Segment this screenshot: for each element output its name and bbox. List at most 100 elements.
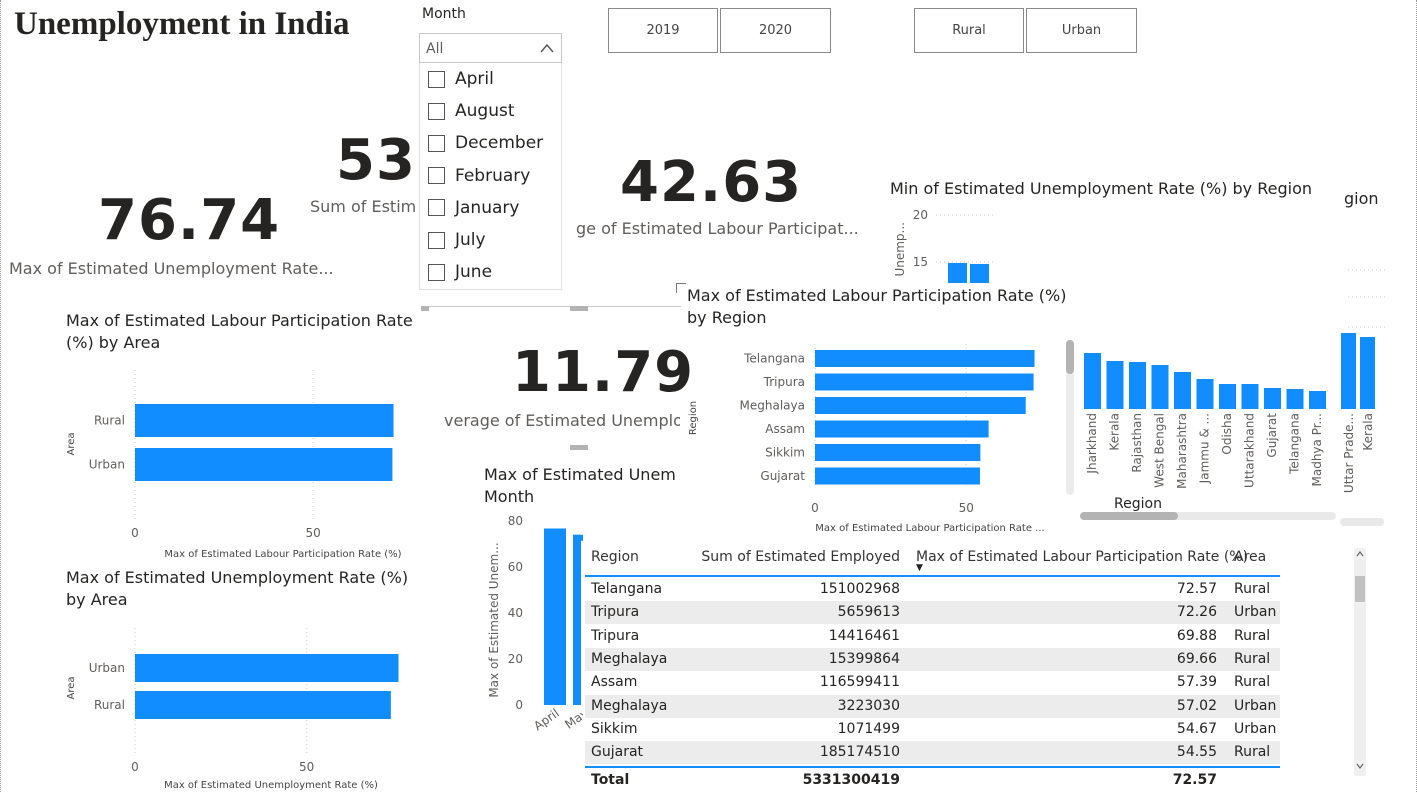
y-tick-label: 40 bbox=[508, 606, 523, 620]
table-cell: Rural bbox=[1234, 627, 1271, 644]
table-cell: 57.39 bbox=[1176, 674, 1217, 691]
sort-descending-icon[interactable]: ▼ bbox=[916, 563, 923, 573]
bar bbox=[1084, 353, 1101, 409]
bar bbox=[815, 397, 1026, 414]
table-cell: Meghalaya bbox=[591, 650, 668, 667]
table-row[interactable]: Tripura 5659613 72.26 Urban bbox=[585, 601, 1280, 625]
table-row[interactable]: Assam 116599411 57.39 Rural bbox=[585, 671, 1280, 694]
table-cell: 69.88 bbox=[1176, 627, 1217, 644]
min-unemployment-by-region-chart: 20 15 Unemp... bbox=[893, 208, 996, 283]
scroll-up-icon[interactable] bbox=[1356, 550, 1364, 558]
table-row[interactable]: Gujarat 185174510 54.55 Rural bbox=[585, 741, 1280, 765]
y-tick-label: Urban bbox=[89, 458, 125, 472]
month-slicer-selected-value: All bbox=[426, 41, 444, 57]
labour-by-area-title-line1: Max of Estimated Labour Participation Ra… bbox=[66, 311, 413, 330]
month-slicer: Month All April August December February Jan… bbox=[419, 0, 563, 292]
table-cell: 14416461 bbox=[828, 627, 900, 644]
table-row[interactable]: Meghalaya 3223030 57.02 Urban bbox=[585, 694, 1280, 718]
unemployment-by-region-column-chart: Jharkhand Kerala Rajasthan West Bengal Mahar… bbox=[1080, 269, 1386, 526]
visual-resize-handle[interactable] bbox=[570, 306, 588, 311]
y-tick-label: 15 bbox=[913, 255, 928, 269]
x-tick-label: Rajasthan bbox=[1130, 413, 1144, 473]
y-tick-label: Rural bbox=[94, 414, 125, 428]
y-tick-label: Gujarat bbox=[760, 469, 805, 483]
table-cell: 54.55 bbox=[1176, 744, 1217, 761]
year-2019-button[interactable]: 2019 bbox=[608, 8, 718, 53]
x-tick-label: 0 bbox=[131, 760, 139, 774]
checkbox-icon[interactable] bbox=[428, 102, 445, 120]
x-tick-label: Madhya Pr... bbox=[1310, 413, 1324, 487]
column-header[interactable]: Region bbox=[591, 549, 639, 565]
table-cell: Urban bbox=[1234, 604, 1277, 621]
labour-by-region-chart: 0 50 Telangana Tripura Meghalaya Assam Sikkim G… bbox=[688, 340, 1074, 534]
checkbox-icon[interactable] bbox=[428, 199, 445, 217]
total-overline bbox=[585, 766, 1280, 768]
table-cell: 5659613 bbox=[837, 604, 900, 621]
area-urban-button[interactable]: Urban bbox=[1026, 8, 1137, 53]
unemployment-by-area-chart: 0 50 Urban Rural Max of Estimated Unemployme… bbox=[66, 628, 399, 791]
column-header[interactable]: Sum of Estimated Employed bbox=[701, 549, 900, 565]
month-option-december[interactable]: December bbox=[428, 131, 543, 155]
month-option-label: July bbox=[455, 230, 486, 250]
month-option-february[interactable]: February bbox=[428, 164, 530, 188]
unemployment-by-month-title-line2: Month bbox=[484, 487, 535, 506]
scrollbar-thumb[interactable] bbox=[1355, 576, 1365, 602]
x-tick-label: Telangana bbox=[1288, 413, 1302, 475]
x-tick-label: 0 bbox=[811, 501, 819, 515]
month-option-june[interactable]: June bbox=[428, 260, 492, 284]
scroll-down-icon[interactable] bbox=[1356, 762, 1364, 770]
table-cell: Gujarat bbox=[591, 744, 644, 761]
x-tick-label: 0 bbox=[131, 526, 139, 540]
month-option-july[interactable]: July bbox=[428, 228, 486, 252]
month-option-label: June bbox=[455, 262, 493, 283]
visual-corner-handle[interactable] bbox=[676, 283, 686, 293]
y-tick-label: Sikkim bbox=[765, 446, 805, 460]
y-tick-label: Urban bbox=[89, 661, 125, 675]
bar bbox=[948, 263, 967, 283]
checkbox-icon[interactable] bbox=[428, 167, 445, 185]
table-row[interactable]: Tripura 14416461 69.88 Rural bbox=[585, 625, 1280, 648]
area-rural-button[interactable]: Rural bbox=[914, 8, 1024, 53]
bar bbox=[1286, 389, 1304, 409]
checkbox-icon[interactable] bbox=[428, 134, 445, 152]
month-option-january[interactable]: January bbox=[428, 196, 519, 220]
avg-labour-value: 42.63 bbox=[620, 150, 803, 215]
visual-resize-handle[interactable] bbox=[570, 445, 588, 450]
divider bbox=[421, 306, 681, 307]
bar bbox=[815, 350, 1035, 367]
bar bbox=[1309, 391, 1326, 409]
visual-resize-handle[interactable] bbox=[421, 306, 429, 311]
bar bbox=[1174, 372, 1191, 409]
table-row[interactable]: Sikkim 1071499 54.67 Urban bbox=[585, 718, 1280, 741]
x-tick-label: Jammu & ... bbox=[1198, 413, 1212, 484]
checkbox-icon[interactable] bbox=[428, 231, 445, 249]
x-tick-label: Kerala bbox=[1361, 413, 1375, 451]
checkbox-icon[interactable] bbox=[428, 263, 445, 281]
month-option-august[interactable]: August bbox=[428, 99, 515, 123]
labour-by-region-title: Max of Estimated Labour Participation Ra… bbox=[687, 285, 1087, 329]
column-header[interactable]: Max of Estimated Labour Participation Ra… bbox=[916, 549, 1248, 565]
table-vertical-scrollbar[interactable] bbox=[1354, 548, 1366, 776]
horizontal-scrollbar bbox=[1340, 518, 1384, 526]
bar bbox=[135, 691, 391, 719]
report-title: Unemployment in India bbox=[14, 6, 350, 42]
month-option-label: April bbox=[455, 69, 494, 89]
table-cell: Tripura bbox=[591, 627, 640, 644]
column-header[interactable]: Area bbox=[1234, 549, 1266, 565]
x-tick-label: Uttar Prade... bbox=[1342, 413, 1356, 493]
table-cell: Telangana bbox=[591, 581, 663, 597]
unemployment-by-month-title-line1: Max of Estimated Unem bbox=[484, 465, 676, 484]
checkbox-icon[interactable] bbox=[428, 70, 445, 88]
year-2020-button[interactable]: 2020 bbox=[720, 8, 831, 53]
labour-by-area-title-line2: (%) by Area bbox=[66, 333, 161, 352]
table-row[interactable]: Meghalaya 15399864 69.66 Rural bbox=[585, 647, 1280, 671]
table-row[interactable]: Telangana 151002968 72.57 Rural bbox=[585, 578, 1280, 601]
y-tick-label: 80 bbox=[508, 514, 523, 528]
bar bbox=[815, 467, 981, 485]
table-cell: Urban bbox=[1234, 697, 1277, 714]
month-slicer-select[interactable]: All bbox=[419, 33, 562, 63]
month-option-april[interactable]: April bbox=[428, 67, 494, 91]
table-cell: Tripura bbox=[591, 604, 640, 621]
bar bbox=[135, 404, 394, 437]
table-cell: 69.66 bbox=[1176, 650, 1217, 667]
